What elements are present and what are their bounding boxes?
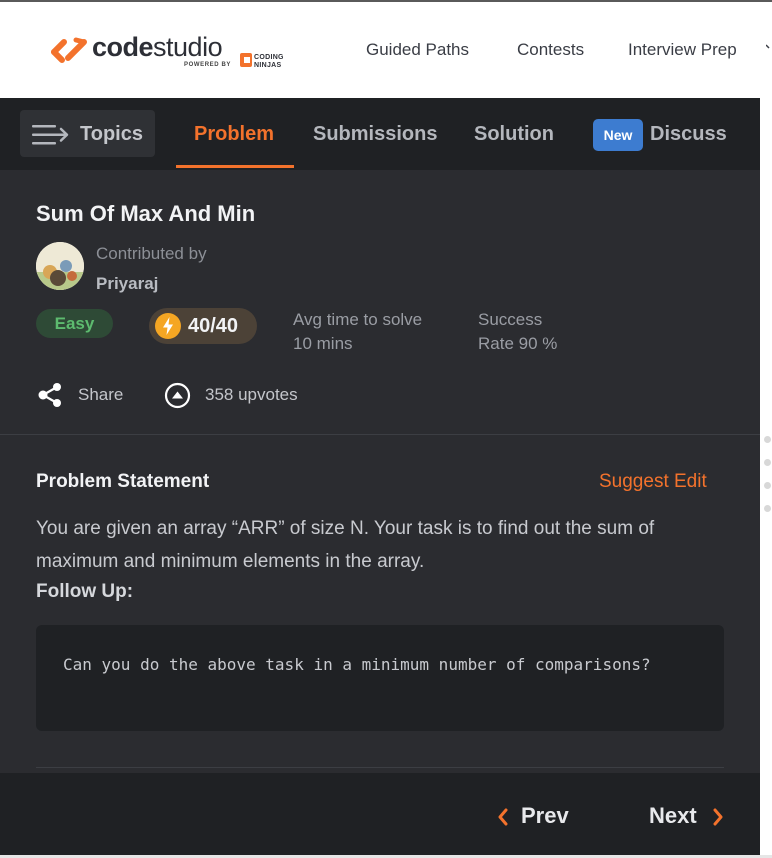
problem-statement-text: You are given an array “ARR” of size N. … (36, 518, 655, 572)
content-divider (36, 767, 724, 768)
lightning-icon (155, 313, 181, 339)
logo-wordmark-bold: code (92, 32, 154, 62)
powered-by-label: POWERED BY (184, 62, 232, 68)
logo-wordmark-light: studio (153, 32, 223, 62)
score-value: 40/40 (188, 315, 239, 337)
contributor-name[interactable]: Priyaraj (96, 274, 158, 294)
follow-up-code-text: Can you do the above task in a minimum n… (63, 655, 651, 674)
tab-problem[interactable]: Problem (194, 123, 274, 146)
new-badge: New (593, 119, 643, 151)
next-label: Next (649, 803, 697, 828)
coding-ninjas-line1: CODING (254, 54, 284, 61)
avg-time-label: Avg time to solve (293, 310, 423, 329)
share-button[interactable]: Share (78, 385, 123, 405)
chevron-down-icon[interactable] (765, 40, 772, 54)
difficulty-badge: Easy (36, 309, 113, 338)
chevron-left-icon (498, 808, 508, 826)
section-divider (0, 434, 760, 435)
nav-guided-paths[interactable]: Guided Paths (366, 40, 469, 60)
suggest-edit-link[interactable]: Suggest Edit (599, 471, 707, 493)
problem-tab-bar: Topics Problem Submissions Solution New … (0, 98, 760, 170)
logo-wordmark: codestudio (92, 32, 223, 63)
codestudio-logo[interactable]: codestudio POWERED BY CODING NINJAS (50, 32, 310, 74)
coding-ninjas-icon (240, 53, 252, 67)
tab-discuss[interactable]: Discuss (650, 123, 727, 146)
follow-up-label: Follow Up: (36, 581, 134, 602)
contributed-by-label: Contributed by (96, 244, 207, 263)
coding-ninjas-line2: NINJAS (254, 62, 282, 69)
chevron-right-icon (713, 808, 723, 826)
tab-solution[interactable]: Solution (474, 123, 554, 146)
more-dot (764, 505, 771, 512)
share-icon[interactable] (37, 382, 63, 408)
tab-submissions[interactable]: Submissions (313, 123, 437, 146)
pagination-footer: Prev Next (0, 773, 760, 855)
contributor-avatar[interactable] (36, 242, 84, 290)
topics-label: Topics (80, 123, 143, 145)
problem-panel: Sum Of Max And Min Contributed by Priyar… (0, 170, 760, 773)
problem-title: Sum Of Max And Min (36, 201, 256, 226)
more-dot (764, 459, 771, 466)
score-badge: 40/40 (149, 308, 257, 344)
success-rate-value: Rate 90 % (478, 334, 558, 353)
avatar-image (36, 242, 84, 290)
topics-menu-icon (32, 125, 69, 145)
active-tab-indicator (176, 165, 294, 168)
upvote-count[interactable]: 358 upvotes (205, 385, 298, 405)
site-header: codestudio POWERED BY CODING NINJAS Guide… (0, 2, 772, 98)
nav-contests[interactable]: Contests (517, 40, 584, 60)
prev-label: Prev (521, 803, 569, 828)
more-options-icon[interactable] (764, 436, 771, 528)
more-dot (764, 436, 771, 443)
avg-time-value: 10 mins (293, 334, 353, 353)
topics-button[interactable]: Topics (20, 110, 155, 157)
success-label: Success (478, 310, 543, 329)
prev-button[interactable]: Prev (496, 803, 586, 833)
codestudio-logo-icon (51, 37, 87, 63)
next-button[interactable]: Next (649, 803, 739, 833)
more-dot (764, 482, 771, 489)
coding-ninjas-wordmark: CODING NINJAS (254, 54, 284, 70)
upvote-icon[interactable] (164, 382, 191, 409)
nav-interview-prep[interactable]: Interview Prep (628, 40, 737, 60)
problem-statement-heading: Problem Statement (36, 471, 210, 492)
follow-up-code-block: Can you do the above task in a minimum n… (36, 625, 724, 731)
